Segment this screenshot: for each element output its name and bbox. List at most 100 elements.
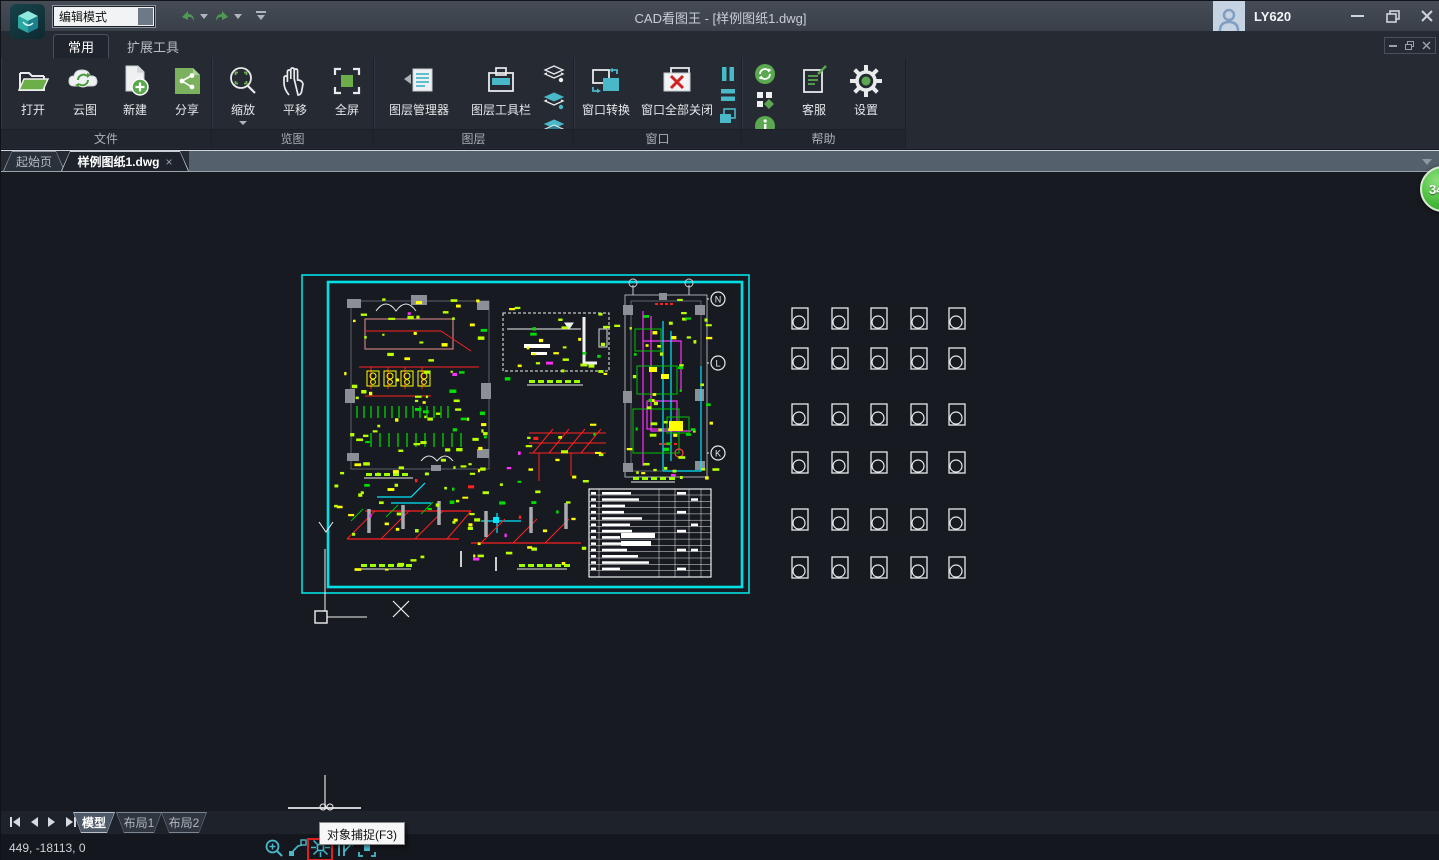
next-layout-icon[interactable]: [47, 816, 57, 828]
ribbon-group-layer: 图层管理器 图层工具栏: [374, 58, 574, 148]
group-label-layer: 图层: [374, 129, 573, 148]
fixture-block: [792, 557, 808, 578]
last-layout-icon[interactable]: [65, 816, 77, 828]
fixture-block: [871, 308, 887, 329]
tile-vertical-icon[interactable]: [719, 65, 737, 83]
share-icon: [171, 61, 203, 101]
tile-horizontal-icon[interactable]: [719, 88, 737, 102]
tab-layout1[interactable]: 布局1: [116, 812, 162, 833]
first-layout-icon[interactable]: [9, 816, 21, 828]
tab-extended-tools-label: 扩展工具: [127, 37, 179, 56]
share-button[interactable]: 分享: [159, 61, 215, 127]
fixture-block: [792, 348, 808, 369]
axis-label: K: [715, 448, 721, 458]
cloud-button-label: 云图: [73, 101, 97, 118]
check-update-icon[interactable]: [754, 63, 776, 85]
fixture-block: [871, 404, 887, 425]
open-button-label: 打开: [21, 101, 45, 118]
fixture-block: [871, 509, 887, 530]
doc-minimize-icon[interactable]: [1389, 45, 1397, 47]
fixture-block: [792, 404, 808, 425]
layer-state-on-icon[interactable]: [542, 64, 566, 86]
tab-drawing-close-icon[interactable]: ×: [166, 155, 173, 169]
group-label-view: 览图: [212, 129, 373, 148]
cursor-coordinates: 449, -18113, 0: [9, 841, 86, 855]
fullscreen-icon: [331, 61, 363, 101]
fixture-block: [871, 452, 887, 473]
ribbon-tab-bar: 常用 扩展工具: [1, 31, 1439, 58]
layer-manager-button[interactable]: 图层管理器: [380, 61, 458, 127]
close-all-windows-icon: [657, 61, 697, 101]
fixture-block: [911, 308, 927, 329]
fixture-block: [871, 348, 887, 369]
window-switch-button[interactable]: 窗口转换: [576, 61, 636, 127]
group-label-window: 窗口: [574, 129, 741, 148]
fixture-block: [911, 452, 927, 473]
tab-extended-tools[interactable]: 扩展工具: [113, 34, 193, 58]
ribbon-group-window: 窗口转换 窗口全部关闭: [574, 58, 742, 148]
fixture-block: [792, 452, 808, 473]
fixture-block: [792, 509, 808, 530]
plugin-grid-icon[interactable]: [755, 90, 775, 110]
layer-state-freeze-icon[interactable]: [542, 91, 566, 113]
tab-drawing-active[interactable]: 样例图纸1.dwg ×: [61, 151, 189, 171]
restore-button[interactable]: [1376, 1, 1410, 31]
cloud-drawing-button[interactable]: 云图: [57, 61, 113, 127]
prev-layout-icon[interactable]: [29, 816, 39, 828]
fixture-block: [832, 348, 848, 369]
close-all-windows-button[interactable]: 窗口全部关闭: [636, 61, 718, 127]
zoom-icon: [226, 61, 260, 101]
drawing-canvas[interactable]: NLK: [1, 172, 1439, 811]
fixture-block: [949, 557, 965, 578]
fixture-block: [832, 308, 848, 329]
support-button-label: 客服: [802, 101, 826, 118]
layer-toolbar-button[interactable]: 图层工具栏: [462, 61, 540, 127]
close-button[interactable]: [1410, 1, 1439, 31]
layer-manager-icon: [401, 61, 437, 101]
new-button[interactable]: 新建: [107, 61, 163, 127]
user-avatar[interactable]: [1213, 1, 1245, 31]
window-arrange-tools: [718, 65, 738, 125]
tab-home[interactable]: 常用: [53, 34, 109, 58]
layout-nav: [9, 816, 77, 828]
tab-start-page[interactable]: 起始页: [3, 151, 65, 171]
tab-model[interactable]: 模型: [73, 812, 115, 833]
tab-drawing-label: 样例图纸1.dwg: [77, 153, 159, 170]
fixture-block: [832, 452, 848, 473]
fixture-block: [871, 557, 887, 578]
doc-close-icon[interactable]: [1422, 41, 1431, 50]
tab-layout2[interactable]: 布局2: [161, 812, 207, 833]
layer-toolbar-icon: [483, 61, 519, 101]
minimize-button[interactable]: [1340, 1, 1374, 31]
tab-overflow-caret[interactable]: [1422, 159, 1432, 165]
layout-tab-bar: 模型 布局1 布局2: [1, 811, 1439, 834]
zoom-button-label: 缩放: [231, 101, 255, 118]
tab-model-label: 模型: [82, 814, 106, 831]
cad-drawing: NLK: [281, 271, 981, 811]
document-tab-bar: 起始页 样例图纸1.dwg ×: [1, 150, 1439, 172]
group-label-help: 帮助: [742, 129, 905, 148]
object-snap-tooltip: 对象捕捉(F3): [319, 822, 405, 845]
open-button[interactable]: 打开: [5, 61, 61, 127]
axis-label: N: [715, 294, 722, 304]
share-button-label: 分享: [175, 101, 199, 118]
settings-button-label: 设置: [854, 101, 878, 118]
settings-gear-icon: [849, 61, 883, 101]
support-button[interactable]: 客服: [786, 61, 842, 127]
fullscreen-button[interactable]: 全屏: [319, 61, 375, 127]
settings-button[interactable]: 设置: [838, 61, 894, 127]
doc-restore-icon[interactable]: [1405, 41, 1414, 50]
app-logo-icon[interactable]: [10, 4, 45, 39]
cascade-windows-icon[interactable]: [718, 107, 738, 125]
pan-button[interactable]: 平移: [267, 61, 323, 127]
fixture-block: [949, 308, 965, 329]
fixture-block: [949, 348, 965, 369]
close-all-windows-label: 窗口全部关闭: [641, 101, 713, 118]
polyline-status-icon[interactable]: [287, 837, 308, 858]
zoom-dropdown-caret[interactable]: [239, 121, 247, 125]
fixture-block: [911, 509, 927, 530]
support-doc-icon: [798, 61, 830, 101]
zoom-extents-status-icon[interactable]: [263, 837, 284, 858]
zoom-button[interactable]: 缩放: [215, 61, 271, 127]
new-file-icon: [118, 61, 152, 101]
